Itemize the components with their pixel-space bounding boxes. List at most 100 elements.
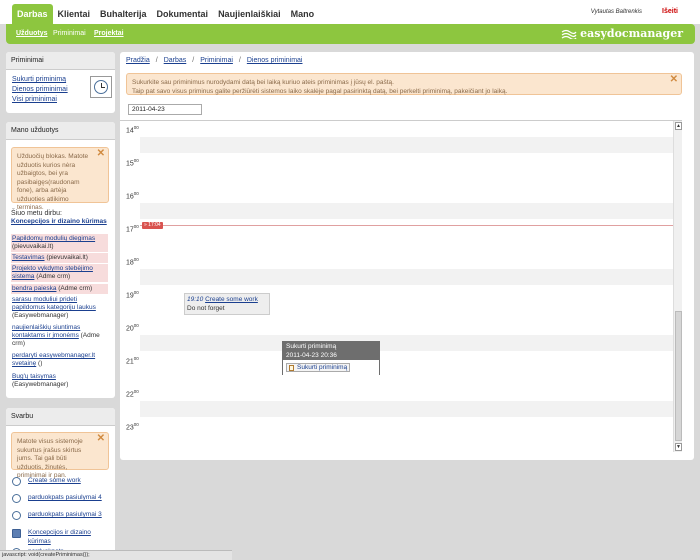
task-item: Testavimas (pievuvaikai.lt) [11,253,108,263]
breadcrumb: Pradžia / Darbas / Priminimai / Dienos prim… [126,57,303,64]
clock-icon[interactable] [90,76,112,98]
task-project: (pievuvaikai.lt) [12,243,54,250]
browser-status-bar: javascript: void(createPriminimas()); [0,550,232,560]
task-link[interactable]: Testavimas [12,254,45,261]
reminders-box: Priminimai Sukurti priminimą Dienos prim… [6,52,115,113]
date-input[interactable] [128,104,202,115]
current-time-badge: » 17:04 [142,222,163,229]
important-link[interactable]: parduokpats pasiulymai 4 [28,494,112,503]
create-reminder-link[interactable]: Sukurti priminimą [12,75,68,85]
day-timeline: 1400 1500 1600 1700 1800 1900 2000 2100 … [120,120,682,452]
current-time-value: 17:04 [148,222,161,228]
breadcrumb-pradzia[interactable]: Pradžia [126,57,150,64]
task-link[interactable]: sarasu moduliui prideti papildomus kateg… [12,296,96,311]
app-logo: easydocmanager [561,27,683,40]
important-link[interactable]: Create some work [28,477,112,486]
important-box: Svarbu Matote visus sistemoje sukurtus į… [6,408,115,560]
reminder-event[interactable]: 19:10 Create some work Do not forget [184,293,270,315]
scroll-down-icon[interactable]: ▼ [675,443,682,451]
important-link[interactable]: parduokpats pasiulymai 3 [28,511,112,520]
logo-text: easydocmanager [580,27,683,40]
reminders-links: Sukurti priminimą Dienos priminimai Visi… [12,75,68,105]
task-project: (Easywebmanager) [12,312,69,319]
close-icon[interactable]: ✕ [97,434,105,444]
popup-title: Sukurti priminimą [286,343,337,350]
clock-icon [12,477,21,486]
task-project: () [38,360,43,367]
create-reminder-button[interactable]: Sukurti priminimą [286,363,351,372]
my-tasks-box: Mano užduotys Užduočių blokas. Matote už… [6,122,115,398]
sub-navigation: Užduotys Priminimai Projektai easydocman… [6,24,695,44]
event-title-link[interactable]: Create some work [205,296,258,303]
tab-darbas[interactable]: Darbas [12,4,53,24]
tab-buhalterija[interactable]: Buhalterija [95,4,152,24]
tab-mano[interactable]: Mano [286,4,320,24]
close-icon[interactable]: ✕ [97,149,105,159]
breadcrumb-darbas[interactable]: Darbas [164,57,187,64]
event-description: Do not forget [187,305,225,312]
clock-icon [12,511,21,520]
current-time-line [140,225,680,226]
hour-label: 1800 [126,257,139,267]
task-link[interactable]: bendra paieska [12,285,56,292]
document-icon [289,365,294,371]
all-reminders-link[interactable]: Visi priminimai [12,95,68,105]
hour-label: 2300 [126,422,139,432]
clock-icon [12,494,21,503]
task-link[interactable]: Papildomų modulių diegimas [12,235,95,242]
current-work-label: Šiuo metu dirbu: [11,210,62,217]
breadcrumb-dienos-priminimai[interactable]: Dienos priminimai [247,57,303,64]
tab-klientai[interactable]: Klientai [53,4,96,24]
task-link[interactable]: naujienlaiškių siuntimas kontaktams ir į… [12,324,80,339]
info-note-text: Sukurkite sau priminimus nurodydami datą… [132,79,508,95]
task-link[interactable]: perdaryti easywebmanager.lt svetainę [12,352,95,367]
main-content: Pradžia / Darbas / Priminimai / Dienos prim… [120,52,694,460]
important-note-text: Matote visus sistemoje sukurtus įrašus s… [17,438,83,479]
hour-label: 1400 [126,125,139,135]
create-reminder-popup[interactable]: Sukurti priminimą 2011-04-23 20:36 Sukur… [282,341,380,375]
event-time: 19:10 [187,296,204,303]
hour-label: 2100 [126,356,139,366]
subnav-uzduotys[interactable]: Užduotys [16,30,48,37]
popup-datetime: 2011-04-23 20:36 [286,351,337,359]
task-item: Papildomų modulių diegimas (pievuvaikai.… [11,234,108,252]
task-link[interactable]: Bug'ų taisymas [12,373,56,380]
current-task-link[interactable]: Koncepcijos ir dizaino kūrimas [11,218,107,225]
hour-label: 1900 [126,290,139,300]
my-tasks-note-text: Užduočių blokas. Matote užduotis kurios … [17,153,89,211]
info-note: Sukurkite sau priminimus nurodydami datą… [126,73,682,95]
create-reminder-button-label: Sukurti priminimą [297,364,348,371]
task-project: (Easywebmanager) [12,381,69,388]
task-item: sarasu moduliui prideti papildomus kateg… [11,295,108,321]
task-item: bendra paieska (Adme crm) [11,284,108,294]
my-tasks-note: Užduočių blokas. Matote užduotis kurios … [11,147,109,211]
task-item: perdaryti easywebmanager.lt svetainę () [11,351,108,369]
subnav-priminimai[interactable]: Priminimai [53,30,86,37]
scroll-thumb[interactable] [675,311,682,441]
hour-label: 1700 [126,224,139,234]
hour-label: 2200 [126,389,139,399]
top-navigation: Darbas Klientai Buhalterija Dokumentai N… [0,0,700,24]
task-project: (Adme crm) [36,273,71,280]
day-reminders-link[interactable]: Dienos priminimai [12,85,68,95]
breadcrumb-priminimai[interactable]: Priminimai [200,57,233,64]
logo-waves-icon [561,29,577,39]
important-note: Matote visus sistemoje sukurtus įrašus s… [11,432,109,479]
tab-naujienlaiskiai[interactable]: Naujienlaiškiai [213,4,286,24]
subnav-projektai[interactable]: Projektai [94,30,124,37]
tab-dokumentai[interactable]: Dokumentai [152,4,214,24]
task-project: (Adme crm) [58,285,93,292]
logout-link[interactable]: Išeiti [662,8,678,15]
task-item: naujienlaiškių siuntimas kontaktams ir į… [11,323,108,349]
document-icon [12,529,21,538]
timeline-scrollbar[interactable]: ▲ ▼ [673,121,682,452]
hour-label: 1500 [126,158,139,168]
hour-label: 1600 [126,191,139,201]
scroll-up-icon[interactable]: ▲ [675,122,682,130]
hour-label: 2000 [126,323,139,333]
user-name: Vytautas Baltrenkis [590,9,642,15]
my-tasks-title: Mano užduotys [6,122,115,140]
important-link[interactable]: Koncepcijos ir dizaino kūrimas [28,529,112,546]
main-tabs: Darbas Klientai Buhalterija Dokumentai N… [12,4,319,24]
close-icon[interactable]: ✕ [670,75,678,85]
